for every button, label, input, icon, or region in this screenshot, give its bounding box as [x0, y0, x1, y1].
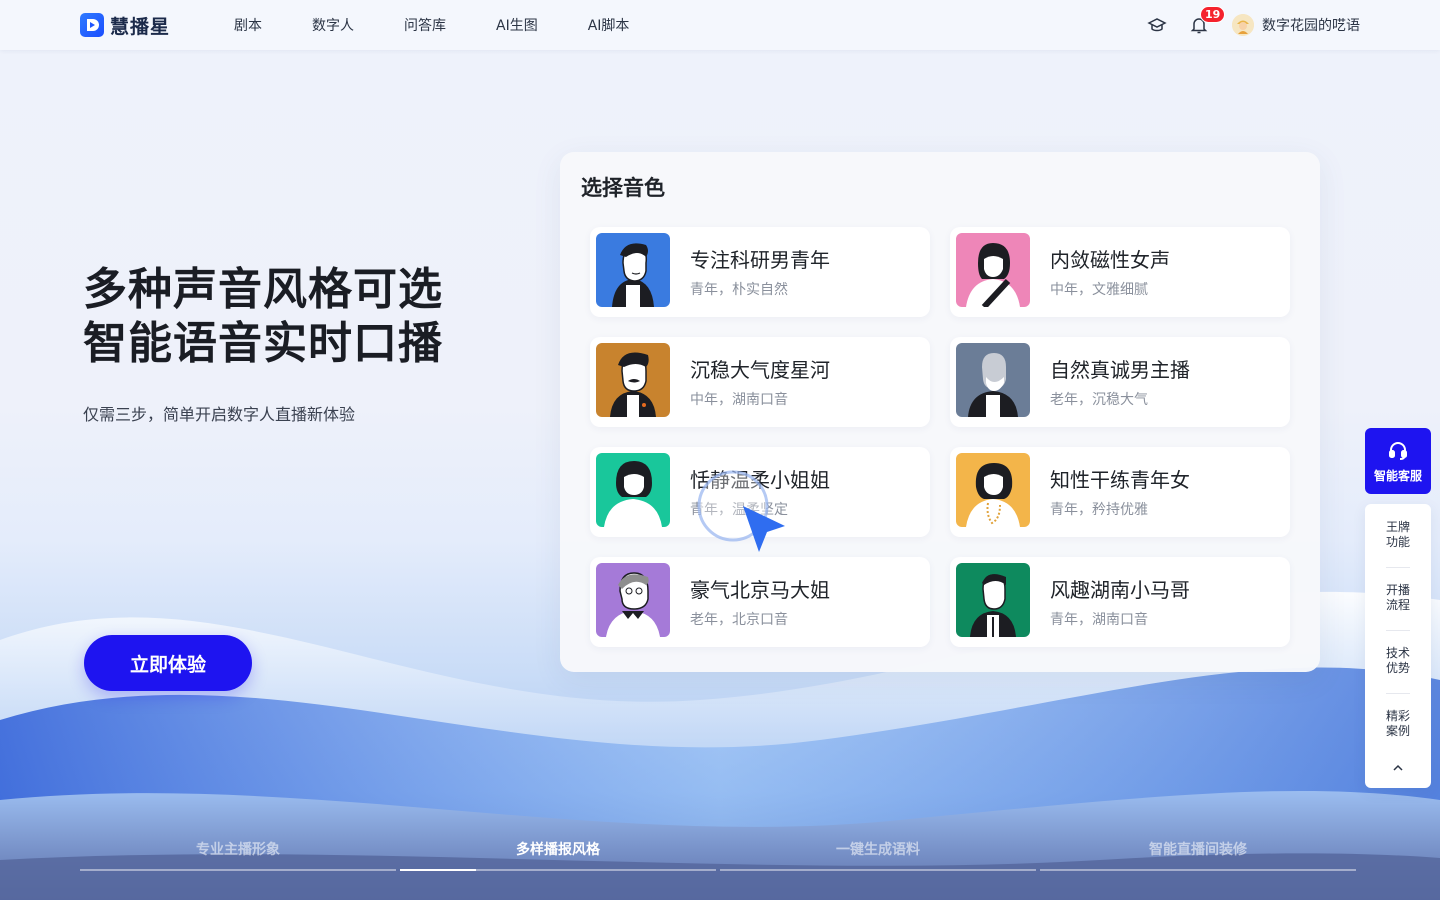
voice-name: 恬静温柔小姐姐 — [690, 468, 830, 492]
tab-professional-anchor[interactable]: 专业主播形象 — [80, 836, 396, 872]
main-nav: 剧本 数字人 问答库 AI生图 AI脚本 — [234, 0, 679, 50]
username: 数字花园的呓语 — [1262, 18, 1360, 34]
voice-portrait — [956, 563, 1030, 637]
voice-card[interactable]: 恬静温柔小姐姐 青年，温柔坚定 — [590, 447, 930, 537]
top-navigation-bar: 慧播星 剧本 数字人 问答库 AI生图 AI脚本 19 数字花园的呓语 — [0, 0, 1440, 50]
header-actions: 19 数字花园的呓语 — [1146, 0, 1360, 50]
hero-title: 多种声音风格可选 智能语音实时口播 — [83, 263, 443, 371]
voice-portrait — [956, 343, 1030, 417]
hero-title-line1: 多种声音风格可选 — [83, 264, 443, 315]
tab-progress-bar — [400, 869, 476, 871]
nav-item-script[interactable]: 剧本 — [234, 15, 262, 35]
voice-name: 豪气北京马大姐 — [690, 578, 830, 602]
voice-card[interactable]: 沉稳大气度星河 中年，湖南口音 — [590, 337, 930, 427]
voice-name: 自然真诚男主播 — [1050, 358, 1190, 382]
side-item-line: 功能 — [1385, 535, 1410, 549]
voice-description: 老年，北京口音 — [690, 612, 788, 628]
avatar — [1232, 14, 1254, 36]
voice-portrait — [596, 563, 670, 637]
side-item-showcase[interactable]: 精彩 案例 — [1365, 709, 1431, 739]
voice-description: 青年，矜持优雅 — [1050, 502, 1148, 518]
voice-description: 青年，温柔坚定 — [690, 502, 788, 518]
tab-label: 多样播报风格 — [516, 842, 600, 858]
side-item-line: 精彩 — [1385, 709, 1410, 723]
side-item-tech-advantages[interactable]: 技术 优势 — [1365, 646, 1431, 676]
voice-portrait — [956, 233, 1030, 307]
panel-title: 选择音色 — [581, 176, 665, 200]
voice-card[interactable]: 内敛磁性女声 中年，文雅细腻 — [950, 227, 1290, 317]
voice-name: 沉稳大气度星河 — [690, 358, 830, 382]
voice-portrait — [956, 453, 1030, 527]
voice-description: 青年，朴实自然 — [690, 282, 788, 298]
chevron-up-icon[interactable] — [1390, 760, 1406, 776]
voice-card[interactable]: 风趣湖南小马哥 青年，湖南口音 — [950, 557, 1290, 647]
voice-card[interactable]: 知性干练青年女 青年，矜持优雅 — [950, 447, 1290, 537]
hero-subtitle: 仅需三步，简单开启数字人直播新体验 — [83, 405, 356, 424]
nav-item-qa-library[interactable]: 问答库 — [404, 15, 446, 35]
voice-name: 风趣湖南小马哥 — [1050, 578, 1190, 602]
voice-portrait — [596, 233, 670, 307]
side-item-launch-process[interactable]: 开播 流程 — [1365, 583, 1431, 613]
side-item-line: 案例 — [1385, 724, 1410, 738]
feature-tabs: 专业主播形象 多样播报风格 一键生成语料 智能直播间装修 — [80, 836, 1360, 876]
tab-underline — [720, 869, 1036, 871]
try-now-button[interactable]: 立即体验 — [84, 635, 252, 691]
side-item-line: 开播 — [1385, 583, 1410, 597]
nav-item-ai-image[interactable]: AI生图 — [496, 15, 538, 35]
nav-item-ai-script[interactable]: AI脚本 — [588, 15, 630, 35]
tab-underline — [80, 869, 396, 871]
service-label: 智能客服 — [1373, 468, 1422, 483]
brand-name: 慧播星 — [110, 15, 171, 38]
voice-portrait — [596, 343, 670, 417]
voice-description: 老年，沉稳大气 — [1050, 392, 1148, 408]
notification-badge: 19 — [1200, 6, 1226, 23]
tab-label: 智能直播间装修 — [1149, 842, 1247, 858]
voice-portrait — [596, 453, 670, 527]
side-item-line: 优势 — [1385, 661, 1410, 675]
tab-room-decoration[interactable]: 智能直播间装修 — [1040, 836, 1356, 872]
side-item-line: 流程 — [1385, 598, 1410, 612]
tab-generate-corpus[interactable]: 一键生成语料 — [720, 836, 1036, 872]
voice-description: 中年，文雅细腻 — [1050, 282, 1148, 298]
tab-label: 专业主播形象 — [196, 842, 280, 858]
voice-card[interactable]: 自然真诚男主播 老年，沉稳大气 — [950, 337, 1290, 427]
voice-description: 青年，湖南口音 — [1050, 612, 1148, 628]
hero-title-line2: 智能语音实时口播 — [83, 318, 443, 369]
voice-description: 中年，湖南口音 — [690, 392, 788, 408]
divider — [1386, 567, 1410, 568]
graduation-cap-icon[interactable] — [1146, 14, 1168, 36]
voice-name: 知性干练青年女 — [1050, 468, 1190, 492]
smart-customer-service-button[interactable]: 智能客服 — [1365, 428, 1431, 494]
tab-broadcast-styles[interactable]: 多样播报风格 — [400, 836, 716, 872]
tab-underline — [1040, 869, 1356, 871]
side-item-line: 王牌 — [1385, 520, 1410, 534]
tab-label: 一键生成语料 — [836, 842, 920, 858]
nav-item-digital-human[interactable]: 数字人 — [312, 15, 354, 35]
headset-icon — [1389, 441, 1407, 460]
side-menu: 王牌 功能 开播 流程 技术 优势 精彩 案例 — [1365, 504, 1431, 788]
voice-card[interactable]: 豪气北京马大姐 老年，北京口音 — [590, 557, 930, 647]
voice-selection-panel: 选择音色 专注科研男青年 青年，朴实自然 内敛磁性女声 中年，文雅细腻 沉稳大气… — [560, 152, 1320, 672]
notification-button[interactable]: 19 — [1188, 6, 1226, 36]
side-item-key-features[interactable]: 王牌 功能 — [1365, 520, 1431, 550]
logo[interactable]: 慧播星 — [80, 12, 170, 38]
voice-card[interactable]: 专注科研男青年 青年，朴实自然 — [590, 227, 930, 317]
divider — [1386, 630, 1410, 631]
voice-name: 内敛磁性女声 — [1050, 248, 1170, 272]
user-menu[interactable]: 数字花园的呓语 — [1232, 14, 1360, 36]
side-item-line: 技术 — [1385, 646, 1410, 660]
voice-name: 专注科研男青年 — [690, 248, 830, 272]
logo-icon — [80, 13, 104, 37]
divider — [1386, 693, 1410, 694]
